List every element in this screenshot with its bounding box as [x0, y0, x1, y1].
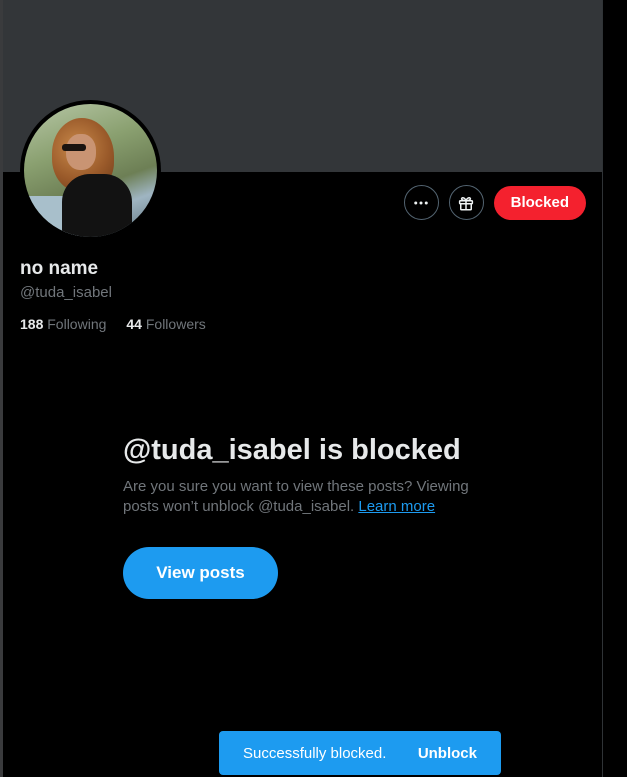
learn-more-link[interactable]: Learn more — [358, 498, 435, 515]
avatar-shirt — [62, 174, 132, 237]
toast-notification: Successfully blocked. Unblock — [219, 731, 501, 775]
gift-button[interactable] — [448, 185, 484, 220]
avatar-face — [66, 134, 96, 170]
followers-link[interactable]: 44 Followers — [126, 316, 205, 332]
gift-icon — [459, 196, 474, 210]
avatar-sunglasses — [62, 144, 86, 151]
following-count: 188 — [20, 316, 44, 332]
profile-page: Blocked no name @tuda_isabel 188 Followi… — [0, 0, 627, 777]
followers-count: 44 — [126, 316, 142, 332]
user-handle: @tuda_isabel — [20, 284, 112, 301]
view-posts-button[interactable]: View posts — [123, 547, 278, 599]
following-link[interactable]: 188 Following — [20, 316, 106, 332]
blocked-button[interactable]: Blocked — [493, 185, 586, 220]
unblock-button[interactable]: Unblock — [418, 745, 477, 762]
right-gutter — [603, 0, 627, 777]
blocked-notice: @tuda_isabel is blocked Are you sure you… — [123, 434, 493, 517]
more-horizontal-icon — [414, 201, 428, 204]
following-label: Following — [47, 316, 107, 332]
toast-message: Successfully blocked. — [243, 744, 387, 762]
more-options-button[interactable] — [403, 185, 439, 220]
followers-label: Followers — [145, 316, 206, 332]
avatar-photo — [24, 104, 157, 237]
profile-action-row: Blocked — [403, 185, 586, 220]
blocked-description: Are you sure you want to view these post… — [123, 477, 493, 517]
follow-stats: 188 Following 44 Followers — [20, 316, 206, 332]
blocked-title: @tuda_isabel is blocked — [123, 434, 461, 466]
profile-avatar[interactable] — [20, 100, 161, 241]
display-name: no name — [20, 258, 99, 279]
